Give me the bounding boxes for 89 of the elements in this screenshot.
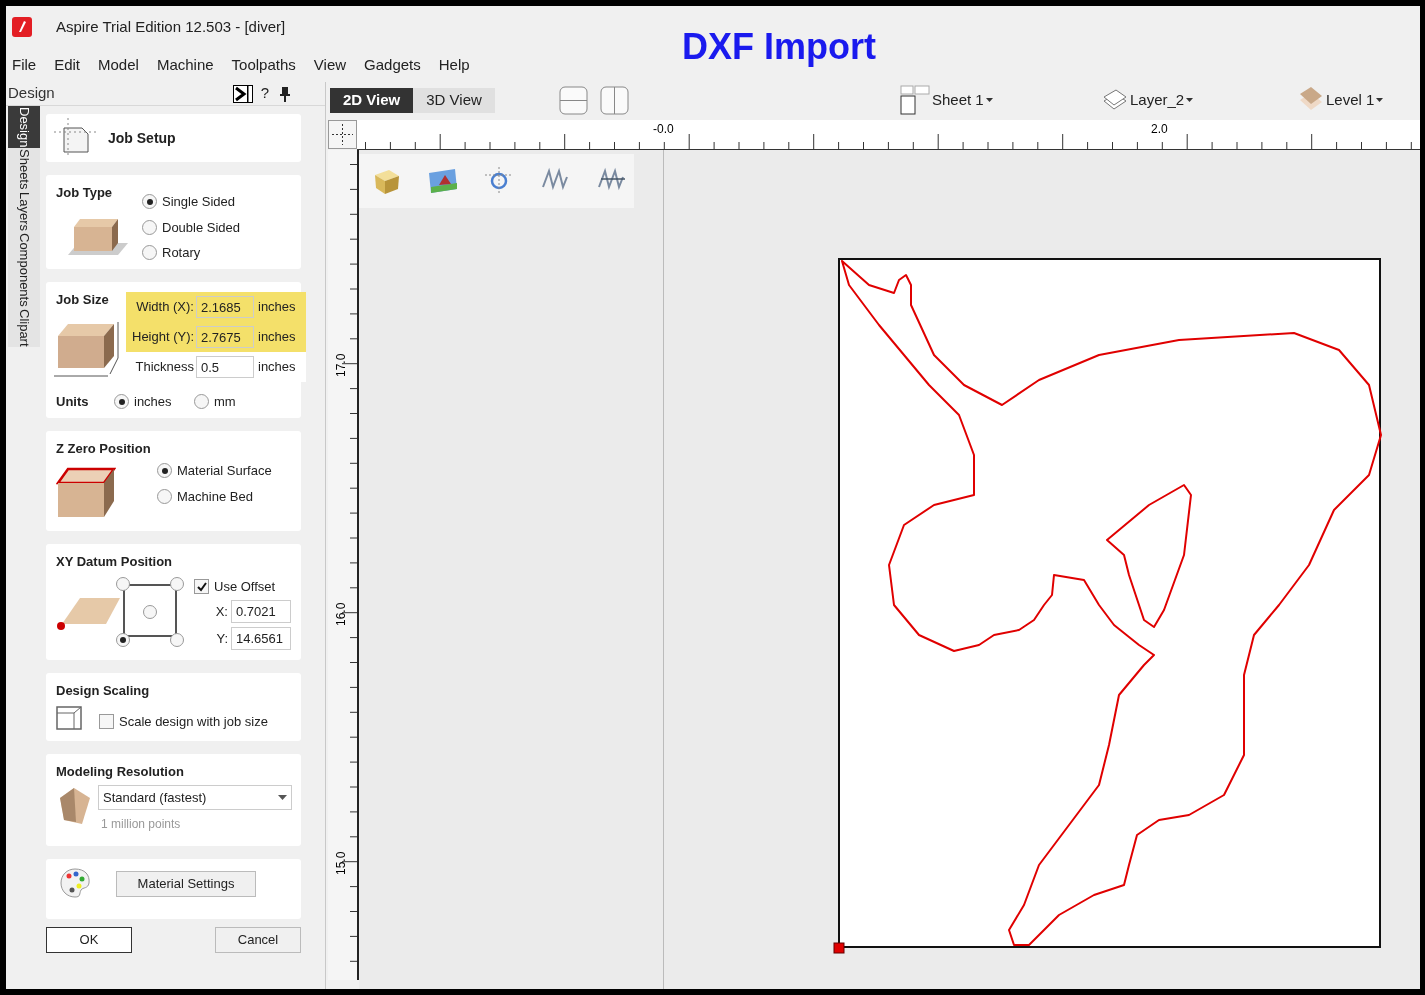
caret-icon xyxy=(278,795,287,800)
section-title: Modeling Resolution xyxy=(56,763,184,781)
datum-anchor[interactable] xyxy=(116,633,130,647)
origin-marker xyxy=(833,942,845,954)
side-tab[interactable]: Components xyxy=(8,232,40,308)
unit-label: inches xyxy=(258,358,296,377)
radio-label: Single Sided xyxy=(162,193,235,211)
radio-button[interactable] xyxy=(194,394,209,410)
menu-item[interactable]: Edit xyxy=(48,53,87,77)
layer-dropdown[interactable]: Layer_2 xyxy=(1102,87,1194,113)
radio-button[interactable] xyxy=(142,194,157,210)
app-logo-icon xyxy=(12,17,32,37)
side-tab[interactable]: Sheets xyxy=(8,148,40,191)
text-field[interactable]: 14.6561 xyxy=(231,627,291,650)
field-label: Thickness xyxy=(134,358,194,377)
sheets-icon xyxy=(900,85,930,115)
field-label: X: xyxy=(215,602,228,621)
menu-item[interactable]: View xyxy=(307,53,353,77)
cancel-button[interactable]: Cancel xyxy=(215,927,301,953)
pin-icon[interactable] xyxy=(279,85,292,102)
block-top-outline-icon xyxy=(56,467,116,519)
checkbox-label: Use Offset xyxy=(214,578,276,596)
ruler-label: -0.0 xyxy=(653,122,674,136)
checkbox-label: Scale design with job size xyxy=(119,713,268,731)
checkbox[interactable] xyxy=(194,579,209,595)
section-title: Design Scaling xyxy=(56,682,150,700)
ok-button[interactable]: OK xyxy=(46,927,132,953)
radio-label: inches xyxy=(134,393,172,411)
resolution-dropdown[interactable]: Standard (fastest) xyxy=(98,785,292,810)
field-label: Y: xyxy=(216,629,228,648)
side-tab[interactable]: Clipart xyxy=(8,307,40,348)
sheet-dropdown[interactable]: Sheet 1 xyxy=(900,85,993,115)
caret-icon xyxy=(985,98,993,102)
material-settings-button[interactable]: Material Settings xyxy=(116,871,256,897)
horizontal-split-icon[interactable] xyxy=(558,85,588,115)
caret-icon xyxy=(1186,98,1194,102)
vertical-split-icon[interactable] xyxy=(599,85,629,115)
section-title: Job Size xyxy=(56,291,109,309)
text-field[interactable]: 2.1685 xyxy=(196,296,254,318)
side-tab[interactable]: Design xyxy=(8,106,40,149)
menu-item[interactable]: Machine xyxy=(150,53,220,77)
text-field[interactable]: 0.7021 xyxy=(231,600,291,623)
radio-button[interactable] xyxy=(157,488,172,504)
help-button[interactable]: ? xyxy=(260,82,270,105)
radio-button[interactable] xyxy=(157,463,172,479)
radio-label: Double Sided xyxy=(162,218,241,237)
radio-button[interactable] xyxy=(142,219,157,235)
ruler-label: 16.0 xyxy=(334,602,348,626)
radio-label: mm xyxy=(214,393,236,411)
ruler-label: 2.0 xyxy=(1151,122,1168,136)
field-label: Width (X): xyxy=(135,298,194,317)
radio-label: Material Surface xyxy=(177,462,272,480)
ruler-label: 15.0 xyxy=(334,851,348,875)
ruler-label: 17.0 xyxy=(334,353,348,377)
panel-title: Design xyxy=(8,83,55,104)
field-label: Height (Y): xyxy=(132,328,194,347)
radio-button[interactable] xyxy=(114,394,129,410)
side-tab[interactable]: Layers xyxy=(8,190,40,232)
view-tab[interactable]: 3D View xyxy=(413,87,495,113)
radio-label: Rotary xyxy=(162,244,201,262)
view-tab[interactable]: 2D View xyxy=(330,87,414,113)
radio-button[interactable] xyxy=(142,245,157,261)
section-title: XY Datum Position xyxy=(56,553,173,571)
job-setup-icon xyxy=(54,118,96,158)
menu-item[interactable]: Help xyxy=(432,53,476,77)
radio-label: Machine Bed xyxy=(177,487,253,506)
menu-item[interactable]: File xyxy=(6,53,43,77)
unit-label: inches xyxy=(258,328,296,347)
hint-text: 1 million points xyxy=(101,816,181,833)
panel-heading: Job Setup xyxy=(108,128,176,148)
section-title: Job Type xyxy=(56,184,113,202)
field-label: Units xyxy=(56,393,90,411)
menu-item[interactable]: Gadgets xyxy=(358,53,427,77)
window-title: Aspire Trial Edition 12.503 - [diver] xyxy=(56,16,286,37)
expand-icon[interactable] xyxy=(232,84,253,103)
checkbox[interactable] xyxy=(99,714,114,730)
overlay-heading: DXF Import xyxy=(682,25,876,69)
scale-frame-icon xyxy=(56,706,82,730)
text-field[interactable]: 2.7675 xyxy=(196,326,254,348)
menu-item[interactable]: Model xyxy=(92,53,145,77)
section-title: Z Zero Position xyxy=(56,440,151,458)
level-dropdown[interactable]: Level 1 xyxy=(1298,86,1384,114)
palette-icon xyxy=(59,867,91,899)
caret-icon xyxy=(1376,98,1384,102)
crosshair-icon[interactable] xyxy=(328,120,357,149)
menu-item[interactable]: Toolpaths xyxy=(225,53,302,77)
picture-icon[interactable] xyxy=(427,167,459,195)
unit-label: inches xyxy=(258,298,296,317)
text-field[interactable]: 0.5 xyxy=(196,356,254,378)
